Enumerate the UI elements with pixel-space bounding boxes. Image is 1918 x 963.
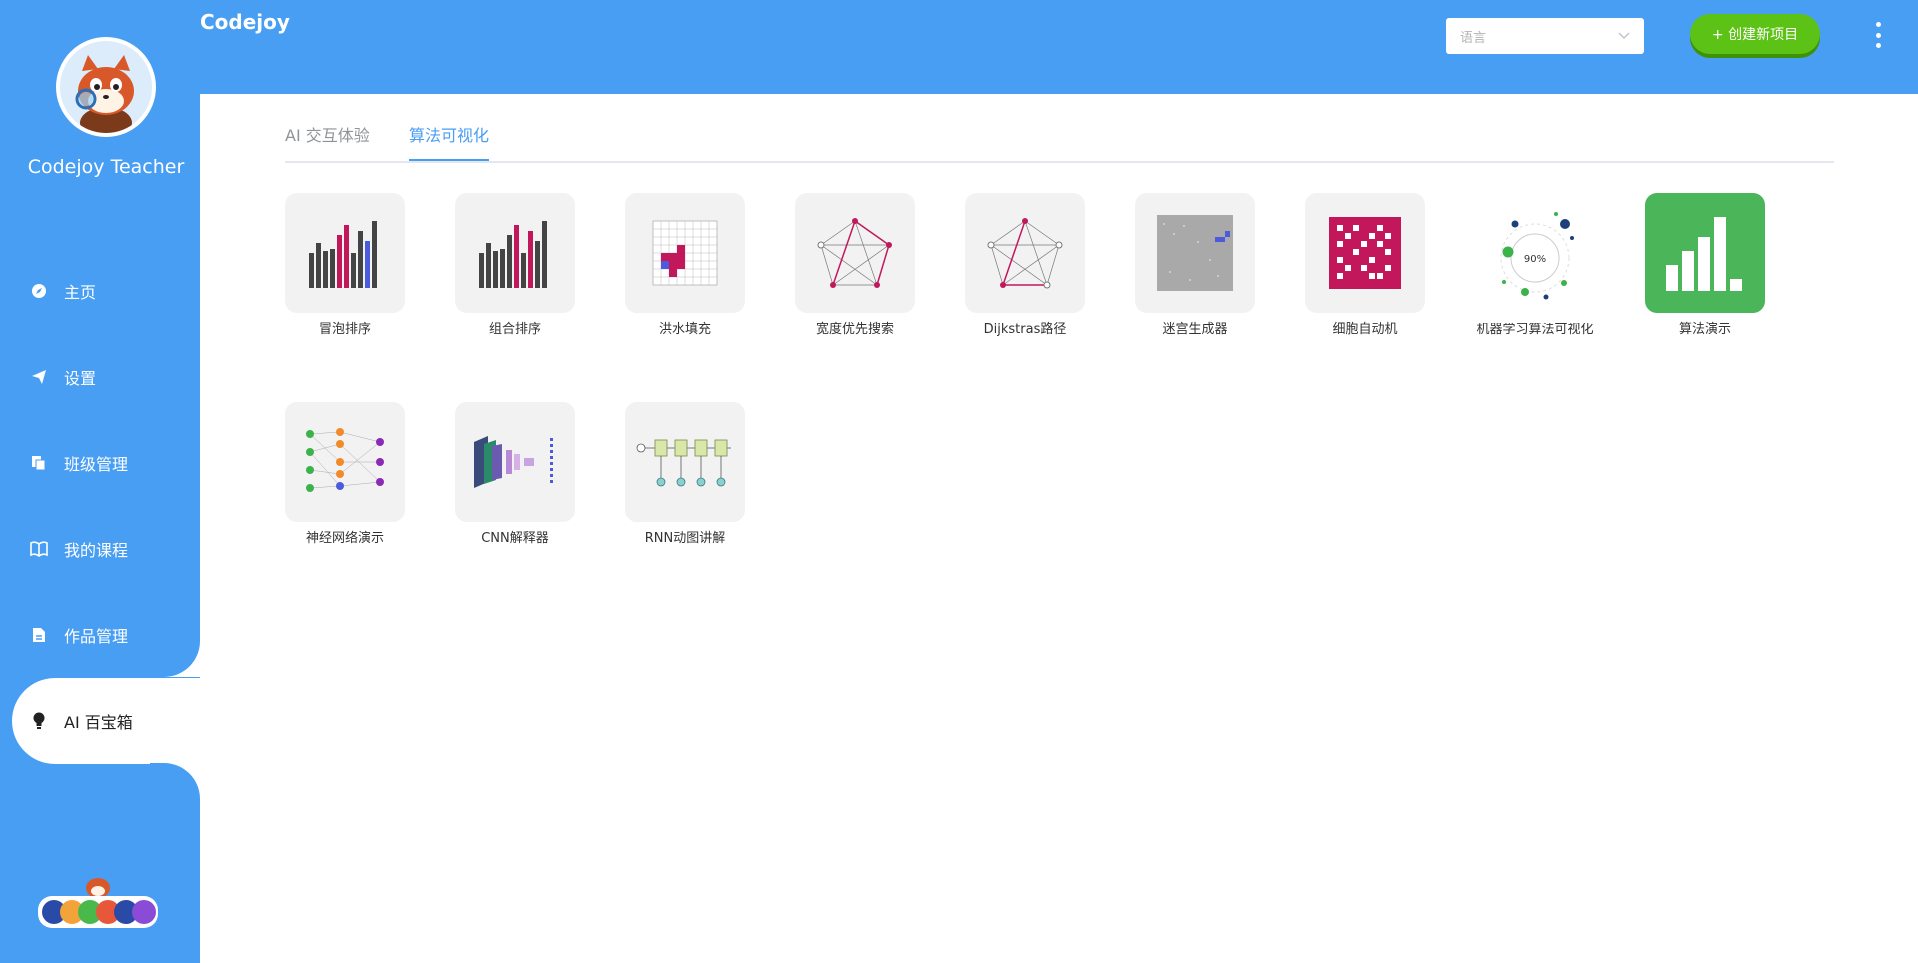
card-thumbnail [625,193,745,313]
tab-algorithm-visualization[interactable]: 算法可视化 [409,122,489,146]
language-select[interactable]: 语言 [1446,18,1644,54]
card-label: 机器学习算法可视化 [1476,323,1594,337]
card-flood-fill[interactable]: 洪水填充 [625,193,745,343]
tab-bar: AI 交互体验 算法可视化 [285,118,1834,163]
sidebar-item-home[interactable]: 主页 [0,264,200,318]
card-label: CNN解释器 [481,531,549,546]
card-label: Dijkstras路径 [983,322,1067,337]
card-label: 神经网络演示 [305,531,384,546]
avatar[interactable] [56,37,156,137]
header: Codejoy 语言 + 创建新项目 [200,0,1918,94]
card-label: 冒泡排序 [318,322,371,337]
sidebar: Codejoy Teacher 主页 设置 班级管理 我的课程 作品管理 AI … [0,0,200,963]
nav-curve-top [150,640,200,677]
card-breadth-first-search[interactable]: 宽度优先搜索 [795,193,915,343]
card-neural-network-demo[interactable]: 神经网络演示 [285,402,405,552]
sidebar-item-label: 设置 [64,369,97,388]
card-label: 洪水填充 [658,322,711,337]
card-merge-sort[interactable]: 组合排序 [455,193,575,343]
tab-ai-interaction[interactable]: AI 交互体验 [285,122,370,146]
sidebar-item-label: 作品管理 [64,627,129,646]
user-name: Codejoy Teacher [27,156,185,178]
card-rnn-animation[interactable]: RNN动图讲解 [625,402,745,552]
sidebar-item-label: 班级管理 [64,455,129,474]
chevron-down-icon [1618,29,1630,44]
card-cnn-explainer[interactable]: CNN解释器 [455,402,575,552]
language-placeholder: 语言 [1460,30,1487,46]
card-ml-algorithm-visualization[interactable]: 90% 机器学习算法可视化 [1475,193,1595,343]
card-maze-generator[interactable]: 迷宫生成器 [1135,193,1255,343]
card-label: RNN动图讲解 [644,531,726,546]
card-label: 迷宫生成器 [1162,322,1228,337]
sidebar-item-settings[interactable]: 设置 [0,350,200,404]
nav-curve-bottom [150,763,200,800]
ml-percent-text: 90% [1524,254,1546,265]
create-project-button[interactable]: + 创建新项目 [1690,14,1820,54]
card-bubble-sort[interactable]: 冒泡排序 [285,193,405,343]
sidebar-item-ai-toolbox[interactable]: AI 百宝箱 [12,678,200,764]
card-thumbnail [1305,193,1425,313]
sidebar-item-my-courses[interactable]: 我的课程 [0,522,200,576]
card-label: 算法演示 [1678,322,1731,337]
create-project-label: + 创建新项目 [1711,27,1799,43]
sidebar-item-class-management[interactable]: 班级管理 [0,436,200,490]
card-thumbnail [965,193,1085,313]
active-tab-indicator [409,159,489,161]
document-icon [30,626,48,644]
sidebar-item-label: 我的课程 [64,541,129,560]
codejoy-logo[interactable] [36,876,160,930]
card-label: 细胞自动机 [1332,322,1398,337]
more-dot-icon [1875,22,1881,27]
card-cellular-automaton[interactable]: 细胞自动机 [1305,193,1425,343]
card-thumbnail [285,402,405,522]
card-label: 组合排序 [488,322,541,337]
card-thumbnail [285,193,405,313]
card-algorithm-demo[interactable]: 算法演示 [1645,193,1765,343]
compass-icon [30,282,48,300]
more-dot-icon [1875,43,1881,48]
sidebar-item-label: AI 百宝箱 [64,713,133,732]
book-icon [30,540,48,558]
card-thumbnail: 90% [1475,193,1595,313]
sidebar-item-label: 主页 [64,283,97,302]
brand-title[interactable]: Codejoy [200,10,290,34]
card-thumbnail [1135,193,1255,313]
card-thumbnail [455,402,575,522]
card-thumbnail [795,193,915,313]
lightbulb-icon [30,712,48,730]
card-thumbnail [625,402,745,522]
card-thumbnail [455,193,575,313]
card-thumbnail [1645,193,1765,313]
card-label: 宽度优先搜索 [815,322,894,337]
copy-icon [30,454,48,472]
paper-plane-icon [30,368,48,386]
card-dijkstras-path[interactable]: Dijkstras路径 [965,193,1085,343]
more-dot-icon [1875,32,1881,38]
more-menu-button[interactable] [1870,22,1886,48]
